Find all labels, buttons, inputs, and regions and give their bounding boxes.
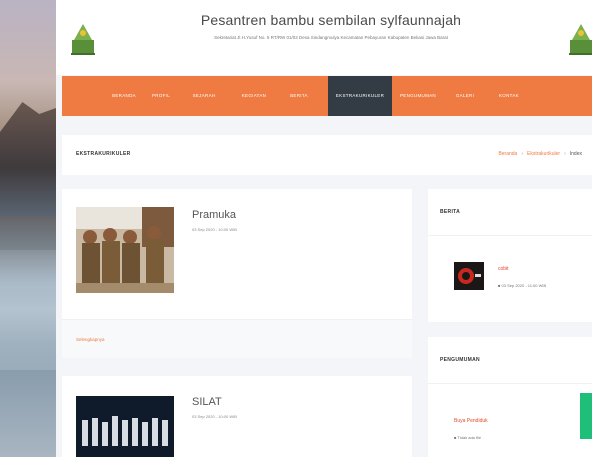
page: Pesantren bambu sembilan sylfaunnajah Se… bbox=[56, 0, 592, 457]
floating-side-tab[interactable] bbox=[580, 393, 592, 439]
announcement-item-title[interactable]: Buya Pendiduk bbox=[454, 418, 488, 424]
mountain-silhouette bbox=[0, 102, 56, 216]
news-thumbnail[interactable] bbox=[454, 262, 484, 290]
post-date: 03 Sep 2020 - 10:00 WIB bbox=[192, 414, 237, 419]
news-item-date-text: 03 Sep 2020 - 11:00 WIB bbox=[501, 283, 547, 288]
announcement-item-meta-text: Tidak ada file bbox=[457, 435, 482, 440]
post-title[interactable]: Pramuka bbox=[192, 209, 236, 221]
site-title: Pesantren bambu sembilan sylfaunnajah bbox=[200, 12, 462, 28]
breadcrumb-bar: EKSTRAKURIKULER Beranda › Ekstrakurikuler ›… bbox=[62, 135, 592, 175]
breadcrumb-separator: › bbox=[564, 151, 566, 157]
announcement-widget: PENGUMUMAN Buya Pendiduk ■ Tidak ada fil… bbox=[428, 337, 592, 457]
logo-icon[interactable] bbox=[568, 18, 592, 56]
announcement-item-meta: ■ Tidak ada file bbox=[454, 435, 481, 440]
site-address: Sekretariat Jl.H.Yusuf No. 5 RT/RW 01/03… bbox=[214, 35, 448, 40]
breadcrumb-home-link[interactable]: Beranda bbox=[498, 151, 517, 157]
post-thumbnail[interactable] bbox=[76, 396, 174, 457]
nav-item-ekstrakurikuler[interactable]: EKSTRAKURIKULER bbox=[328, 76, 392, 116]
announcement-heading: PENGUMUMAN bbox=[440, 357, 480, 363]
news-item-date: ■ 03 Sep 2020 - 11:00 WIB bbox=[498, 283, 546, 288]
post-title[interactable]: SILAT bbox=[192, 396, 222, 408]
nav-item-profil[interactable]: PROFIL bbox=[150, 76, 172, 116]
post-card: Pramuka 03 Sep 2020 - 10:00 WIB Selengka… bbox=[62, 189, 412, 358]
nav-item-sejarah[interactable]: SEJARAH bbox=[188, 76, 220, 116]
nav-item-berita[interactable]: BERITA bbox=[286, 76, 312, 116]
post-thumbnail[interactable] bbox=[76, 207, 174, 293]
read-more-link[interactable]: Selengkapnya bbox=[76, 337, 105, 342]
nav-item-galeri[interactable]: GALERI bbox=[451, 76, 479, 116]
news-widget: BERITA cobit ■ 03 Sep 2020 - 11:00 WIB bbox=[428, 189, 592, 322]
nav-item-pengumuman[interactable]: PENGUMUMAN bbox=[399, 76, 437, 116]
breadcrumb-current: Index bbox=[569, 151, 582, 157]
nav-item-kegiatan[interactable]: KEGIATAN bbox=[237, 76, 271, 116]
nav-item-kontak[interactable]: KONTAK bbox=[496, 76, 522, 116]
nav-item-beranda[interactable]: BERANDA bbox=[108, 76, 140, 116]
post-card: SILAT 03 Sep 2020 - 10:00 WIB bbox=[62, 376, 412, 457]
divider bbox=[428, 235, 592, 236]
post-card-footer: Selengkapnya bbox=[62, 319, 412, 358]
mist-layer bbox=[0, 250, 56, 370]
post-date: 03 Sep 2020 - 10:00 WIB bbox=[192, 227, 237, 232]
breadcrumb: Beranda › Ekstrakurikuler › Index bbox=[498, 151, 582, 157]
background-photo-strip bbox=[0, 0, 56, 457]
news-heading: BERITA bbox=[440, 209, 461, 215]
site-header: Pesantren bambu sembilan sylfaunnajah Se… bbox=[56, 0, 592, 75]
page-title: EKSTRAKURIKULER bbox=[76, 151, 131, 157]
news-item-title[interactable]: cobit bbox=[498, 266, 509, 272]
logo-icon[interactable] bbox=[70, 18, 96, 56]
divider bbox=[428, 383, 592, 384]
breadcrumb-section-link[interactable]: Ekstrakurikuler bbox=[527, 151, 560, 157]
main-navbar: BERANDA PROFIL SEJARAH KEGIATAN BERITA E… bbox=[62, 76, 592, 116]
breadcrumb-separator: › bbox=[521, 151, 524, 157]
